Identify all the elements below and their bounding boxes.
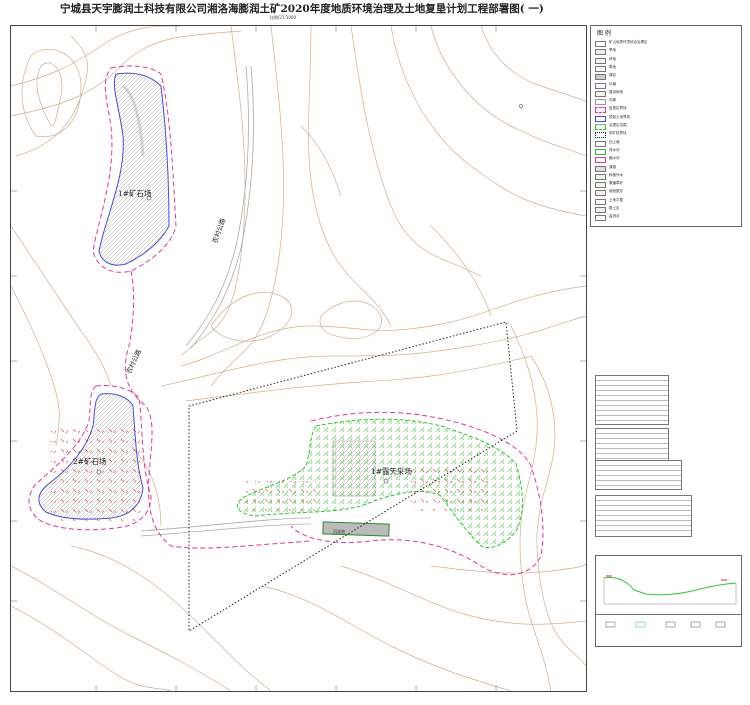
label-pit1: 1#露天采场 [371,467,413,476]
coordinate-table-1 [595,375,669,425]
legend-item: 林地 [595,57,741,64]
legend-item: 建设用地 [595,90,741,97]
legend-label: 撒播草籽 [609,181,623,186]
legend-item: 种植乔木 [595,173,741,180]
legend-item: 排水沟 [595,148,741,155]
legend-symbol [595,157,606,164]
legend-item: 矿山地质环境综合治理区 [595,40,741,47]
legend-label: 道路 [609,164,616,169]
legend-label: 覆土区 [609,206,620,210]
legend-item: 覆土区 [595,206,741,213]
legend-symbol [595,74,606,81]
legend-label: 挡土墙 [609,139,620,144]
legend-item: 治理区范围 [595,123,741,130]
legend-box: 图 例 矿山地质环境综合治理区 旱地林地草地裸岩坑塘建设用地沟渠复垦区界线损毁土地… [590,25,742,227]
legend-label: 矿山地质环境综合治理区 [609,40,648,44]
legend-item: 挡土墙 [595,140,741,147]
legend-label: 旱地 [609,48,616,53]
legend-label: 坑塘 [609,81,616,86]
legend-item: 草地 [595,65,741,72]
area-table [595,460,682,490]
legend-label: 种植乔木 [609,172,623,177]
legend-item: 沟渠 [595,98,741,106]
legend-label: 土地平整 [609,197,623,202]
legend-item: 坡面整形 [595,189,741,197]
legend-item: 道路 [595,165,741,172]
legend-symbol [595,165,606,172]
label-dump1: 1#矿石场 [118,189,152,198]
legend-item: 坑塘 [595,82,741,89]
map-title: 宁城县天宇膨润土科技有限公司湘洛海膨润土矿2020年度地质环境治理及土地复垦计划… [60,3,544,15]
legend-item: 截水沟 [595,156,741,164]
label-pond: 沉淀池 [333,529,345,534]
legend-label: 治理区范围 [609,123,627,127]
legend-label: 裸岩 [609,73,616,78]
map-canvas: Q [11,26,586,691]
legend-label: 林地 [609,56,616,61]
cross-section-drawing [596,575,741,628]
label-dump2: 2#矿石场 [73,457,107,466]
legend-symbol [595,115,606,122]
side-panel: 图 例 矿山地质环境综合治理区 旱地林地草地裸岩坑塘建设用地沟渠复垦区界线损毁土地… [590,25,742,690]
legend-symbol [595,198,606,205]
legend-title: 图 例 [597,30,611,37]
scale-label: 比例尺1:1000 [270,15,297,20]
legend-symbol [595,99,606,106]
legend-item: 采矿权界线 [595,131,741,139]
legend-item: 复垦区界线 [595,106,741,114]
legend-symbol [595,132,606,139]
legend-symbol [595,148,606,155]
map-frame: Q 1#矿石场 2#矿石场 1#露天采场 农村公路 农村公路 沉淀池 [10,25,587,692]
legend-label: 截水沟 [609,156,620,161]
legend-symbol [595,49,606,56]
legend-symbol [595,124,606,130]
legend-label: 排水沟 [609,147,620,152]
legend-symbol [595,90,606,97]
legend-symbol [595,140,606,147]
legend-symbol [595,215,606,222]
legend-label: 监测点 [609,214,620,219]
svg-text:Q: Q [519,104,523,110]
legend-symbol [595,82,606,89]
legend-label: 建设用地 [609,89,623,94]
legend-item: 撒播草籽 [595,181,741,189]
legend-label: 坡面整形 [609,189,623,194]
engineering-table [595,495,692,537]
roads [140,65,312,537]
legend-symbol [595,57,606,64]
contour-lines [11,26,586,691]
legend-symbol [595,173,606,180]
legend-label: 复垦区界线 [609,106,627,111]
legend-label: 沟渠 [609,98,616,103]
legend-symbol [595,207,606,213]
legend-item: 监测点 [595,214,741,222]
legend-symbol [595,190,606,197]
legend-label: 损毁土地界线 [609,114,630,119]
legend-item: 裸岩 [595,73,741,81]
legend-symbol [595,65,606,72]
legend-symbol [595,41,606,47]
legend-item: 损毁土地界线 [595,115,741,122]
legend-label: 草地 [609,64,616,69]
legend-symbol [595,182,606,189]
legend-item: 土地平整 [595,198,741,205]
legend-symbol [595,107,606,114]
cross-section-box [595,555,742,647]
legend-item: 旱地 [595,48,741,56]
legend-label: 采矿权界线 [609,131,627,136]
grid-ticks [11,26,586,691]
